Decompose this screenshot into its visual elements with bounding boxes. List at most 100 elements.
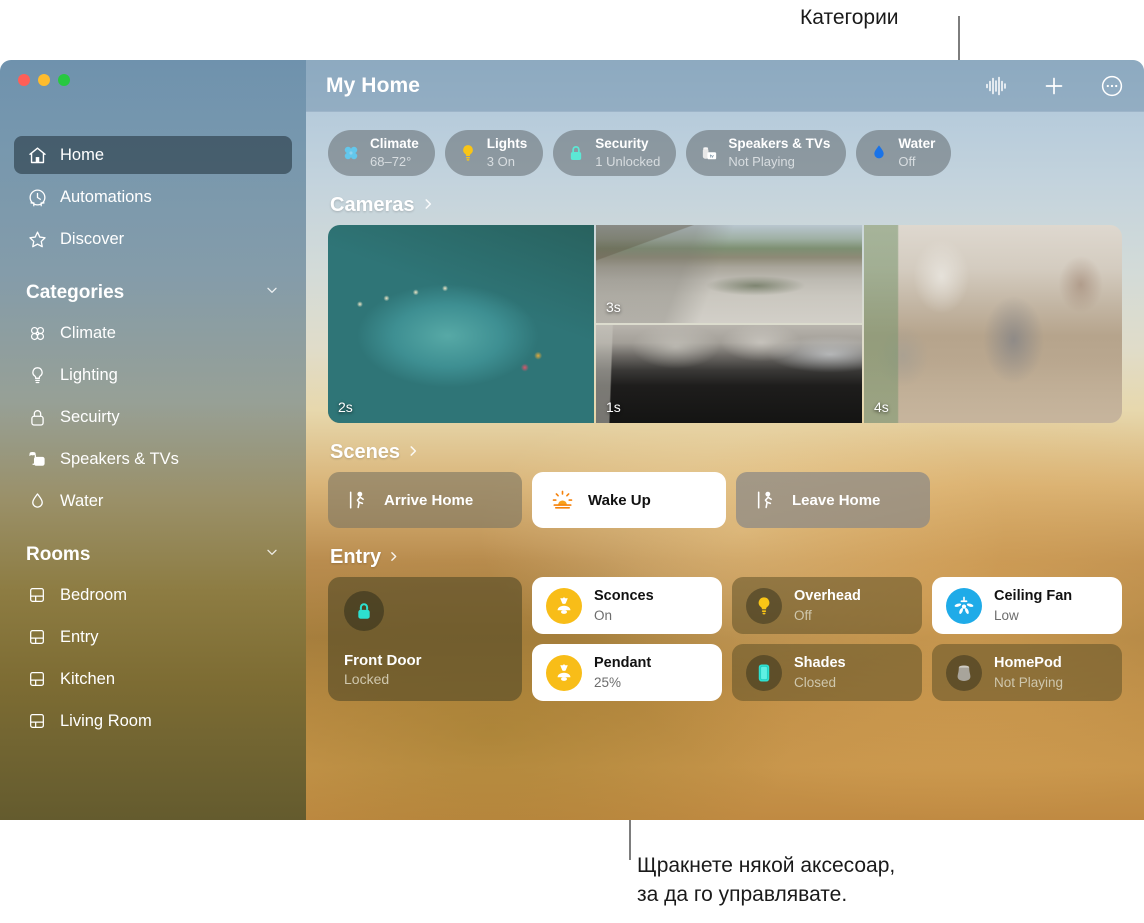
accessory-tile-pendant[interactable]: Pendant 25% bbox=[532, 644, 722, 701]
room-icon bbox=[26, 626, 48, 648]
sidebar-item-living-room[interactable]: Living Room bbox=[14, 702, 292, 740]
annotation-line-1: Щракнете някой аксесоар, bbox=[637, 854, 896, 877]
sidebar-item-label: Climate bbox=[60, 323, 116, 342]
accessory-tile-front-door[interactable]: Front Door Locked bbox=[328, 577, 522, 701]
accessory-column-3: Ceiling Fan Low HomePod Not Playing bbox=[932, 577, 1122, 701]
house-icon bbox=[26, 144, 48, 166]
sidebar-item-speakers-tvs[interactable]: tv Speakers & TVs bbox=[14, 440, 292, 478]
camera-tile-pool[interactable]: 2s bbox=[328, 225, 594, 423]
bulb-icon bbox=[746, 587, 782, 624]
scene-label: Wake Up bbox=[588, 491, 651, 509]
sidebar-item-climate[interactable]: Climate bbox=[14, 314, 292, 352]
camera-timestamp: 2s bbox=[338, 399, 353, 415]
sidebar-item-home[interactable]: Home bbox=[14, 136, 292, 174]
chevron-down-icon[interactable] bbox=[264, 282, 280, 304]
sidebar-item-label: Automations bbox=[60, 187, 152, 206]
pendant-icon bbox=[546, 654, 582, 691]
camera-tile-garage[interactable]: 1s bbox=[596, 325, 862, 423]
siri-waveform-icon[interactable] bbox=[982, 72, 1010, 100]
camera-preview-image bbox=[328, 225, 594, 423]
status-chip-speakers-tvs[interactable]: tv Speakers & TVs Not Playing bbox=[686, 130, 847, 176]
sidebar-item-automations[interactable]: Automations bbox=[14, 178, 292, 216]
accessory-state: Locked bbox=[344, 671, 390, 687]
section-header-scenes[interactable]: Scenes bbox=[330, 441, 1122, 464]
chevron-down-icon[interactable] bbox=[264, 544, 280, 566]
chip-label: Lights bbox=[486, 136, 528, 152]
sidebar-nav: Home Automations Discover Categories Cli… bbox=[0, 60, 306, 740]
fan-icon bbox=[340, 142, 362, 164]
svg-text:tv: tv bbox=[37, 459, 42, 465]
accessory-state: 25% bbox=[594, 674, 622, 690]
sidebar-group-label: Categories bbox=[26, 282, 125, 303]
chip-value: 3 On bbox=[486, 154, 515, 169]
accessory-state: Low bbox=[994, 607, 1019, 623]
sidebar-item-label: Speakers & TVs bbox=[60, 449, 179, 468]
page-title: My Home bbox=[326, 73, 421, 97]
sidebar-item-lighting[interactable]: Lighting bbox=[14, 356, 292, 394]
sidebar-item-label: Lighting bbox=[60, 365, 118, 384]
sidebar-item-label: Discover bbox=[60, 229, 125, 248]
section-header-entry[interactable]: Entry bbox=[330, 546, 1122, 569]
chevron-right-icon[interactable] bbox=[406, 441, 420, 464]
status-chip-climate[interactable]: Climate 68–72° bbox=[328, 130, 435, 176]
status-chip-lights[interactable]: Lights 3 On bbox=[444, 130, 544, 176]
zoom-button[interactable] bbox=[58, 74, 70, 86]
droplet-icon bbox=[868, 142, 890, 164]
lock-icon bbox=[565, 142, 587, 164]
sidebar-item-kitchen[interactable]: Kitchen bbox=[14, 660, 292, 698]
status-chip-water[interactable]: Water Off bbox=[856, 130, 952, 176]
sidebar-item-discover[interactable]: Discover bbox=[14, 220, 292, 258]
sidebar-item-security[interactable]: Secuirty bbox=[14, 398, 292, 436]
accessory-columns: Sconces On Pendant 25% Overhead Off Shad… bbox=[532, 577, 1122, 701]
section-title: Scenes bbox=[330, 441, 401, 463]
svg-text:tv: tv bbox=[710, 153, 714, 158]
scene-button-wake-up[interactable]: Wake Up bbox=[532, 472, 726, 528]
sidebar-item-label: Home bbox=[60, 145, 105, 164]
accessory-column-1: Sconces On Pendant 25% bbox=[532, 577, 722, 701]
sidebar-group-rooms[interactable]: Rooms bbox=[14, 540, 292, 570]
sidebar-item-bedroom[interactable]: Bedroom bbox=[14, 576, 292, 614]
accessory-state: Off bbox=[794, 607, 812, 623]
ceiling-fan-icon bbox=[946, 587, 982, 624]
accessory-label: Front Door bbox=[344, 652, 422, 669]
chevron-right-icon[interactable] bbox=[421, 194, 435, 217]
sidebar-group-categories[interactable]: Categories bbox=[14, 278, 292, 308]
status-chip-security[interactable]: Security 1 Unlocked bbox=[553, 130, 677, 176]
accessory-state: On bbox=[594, 607, 613, 623]
chevron-right-icon[interactable] bbox=[387, 546, 400, 569]
camera-grid: 2s 3s 1s 4s bbox=[328, 225, 1122, 423]
chip-value: Not Playing bbox=[728, 154, 795, 169]
section-title: Cameras bbox=[330, 194, 415, 216]
camera-tile-driveway[interactable]: 3s bbox=[596, 225, 862, 323]
bulb-icon bbox=[26, 364, 48, 386]
screenshot-root: Категории Щракнете някой аксесоар, за да… bbox=[0, 0, 1144, 923]
minimize-button[interactable] bbox=[38, 74, 50, 86]
accessory-label: Sconces bbox=[594, 588, 654, 605]
chip-label: Water bbox=[898, 136, 936, 152]
annotation-categories: Категории bbox=[800, 6, 899, 29]
accessory-label: Ceiling Fan bbox=[994, 588, 1073, 605]
accessory-label: HomePod bbox=[994, 655, 1062, 672]
accessory-tile-shades[interactable]: Shades Closed bbox=[732, 644, 922, 701]
accessory-label: Overhead bbox=[794, 588, 861, 605]
window-traffic-lights bbox=[18, 74, 70, 86]
section-header-cameras[interactable]: Cameras bbox=[330, 194, 1122, 217]
camera-tile-living-room[interactable]: 4s bbox=[864, 225, 1122, 423]
accessory-tile-homepod[interactable]: HomePod Not Playing bbox=[932, 644, 1122, 701]
chip-label: Security bbox=[595, 136, 649, 152]
sidebar-group-label: Rooms bbox=[26, 544, 91, 565]
scene-button-arrive-home[interactable]: Arrive Home bbox=[328, 472, 522, 528]
accessory-tile-ceiling-fan[interactable]: Ceiling Fan Low bbox=[932, 577, 1122, 634]
sidebar-item-water[interactable]: Water bbox=[14, 482, 292, 520]
clock-icon bbox=[26, 186, 48, 208]
close-button[interactable] bbox=[18, 74, 30, 86]
accessory-tile-sconces[interactable]: Sconces On bbox=[532, 577, 722, 634]
more-options-icon[interactable] bbox=[1098, 72, 1126, 100]
scene-button-leave-home[interactable]: Leave Home bbox=[736, 472, 930, 528]
accessory-tile-overhead[interactable]: Overhead Off bbox=[732, 577, 922, 634]
sidebar: Home Automations Discover Categories Cli… bbox=[0, 60, 306, 820]
add-icon[interactable] bbox=[1040, 72, 1068, 100]
sidebar-item-entry[interactable]: Entry bbox=[14, 618, 292, 656]
scene-label: Leave Home bbox=[792, 491, 881, 509]
chip-label: Speakers & TVs bbox=[728, 136, 831, 152]
